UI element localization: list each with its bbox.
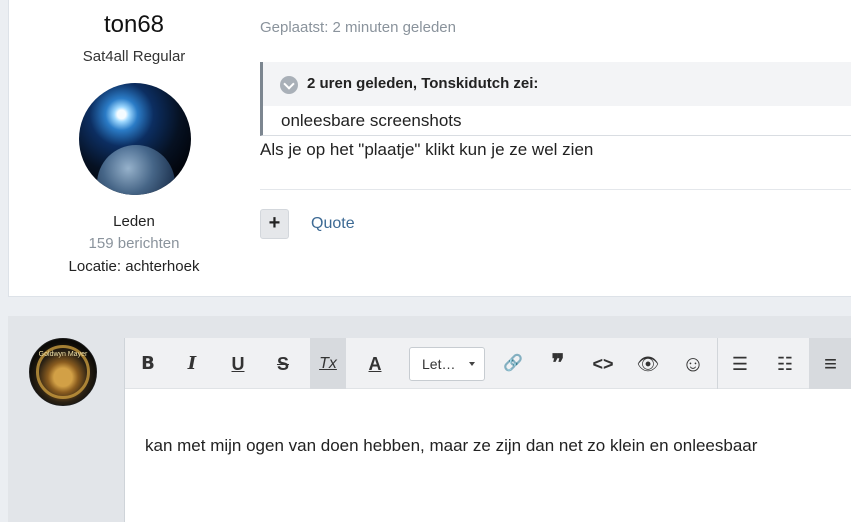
multiquote-button[interactable]: +: [260, 209, 289, 239]
numbered-list-button[interactable]: ☷: [768, 347, 802, 381]
preview-button[interactable]: 👁: [631, 347, 665, 381]
caret-down-icon: [469, 362, 475, 366]
align-left-icon: ≡: [824, 351, 837, 376]
author-rank: Sat4all Regular: [82, 48, 186, 65]
emoji-button[interactable]: ☺: [676, 347, 710, 381]
code-icon: <>: [592, 354, 614, 374]
font-select-value: Let…: [422, 356, 456, 372]
eye-icon: 👁: [636, 354, 660, 374]
align-left-button[interactable]: ≡: [809, 338, 851, 389]
quote-insert-button[interactable]: ❞: [541, 347, 575, 381]
quote-citation: 2 uren geleden, Tonskidutch zei:: [307, 75, 539, 92]
reply-editor: B I U S Tx A Let… 🔗 ❞ <> 👁 ☺ ☰ ☷ ≡ kan m…: [124, 338, 851, 522]
text-color-button[interactable]: A: [358, 347, 392, 381]
avatar-caption: Goldwyn Mayer: [38, 351, 88, 358]
quote-body: onleesbare screenshots: [281, 111, 462, 130]
bullet-list-icon: ☰: [731, 354, 749, 374]
code-button[interactable]: <>: [586, 347, 620, 381]
toolbar-separator: [717, 338, 718, 389]
remove-format-button[interactable]: Tx: [310, 338, 346, 389]
author-location: Locatie: achterhoek: [68, 258, 200, 275]
author-name[interactable]: ton68: [9, 11, 259, 39]
editor-content[interactable]: kan met mijn ogen van doen hebben, maar …: [145, 436, 757, 456]
reply-area: Goldwyn Mayer B I U S Tx A Let… 🔗 ❞ <> 👁…: [8, 316, 851, 522]
author-post-count: 159 berichten: [88, 235, 180, 252]
chevron-down-icon[interactable]: [280, 76, 298, 94]
post-timestamp[interactable]: Geplaatst: 2 minuten geleden: [260, 19, 456, 36]
font-select[interactable]: Let…: [409, 347, 485, 381]
quote-header[interactable]: 2 uren geleden, Tonskidutch zei:: [263, 62, 851, 106]
link-icon: 🔗: [503, 355, 523, 372]
author-avatar[interactable]: [79, 83, 191, 195]
post-divider: [260, 189, 851, 190]
link-button[interactable]: 🔗: [496, 347, 530, 381]
bullet-list-button[interactable]: ☰: [723, 347, 757, 381]
italic-button[interactable]: I: [175, 347, 209, 381]
editor-toolbar: B I U S Tx A Let… 🔗 ❞ <> 👁 ☺ ☰ ☷ ≡: [125, 338, 851, 389]
quote-block: 2 uren geleden, Tonskidutch zei: onleesb…: [260, 62, 851, 136]
remove-format-icon: Tx: [319, 355, 337, 372]
forum-post: ton68 Sat4all Regular Leden 159 berichte…: [8, 0, 851, 297]
numbered-list-icon: ☷: [776, 354, 794, 374]
bold-button[interactable]: B: [131, 347, 165, 381]
strikethrough-button[interactable]: S: [266, 347, 300, 381]
quote-button[interactable]: Quote: [311, 215, 355, 233]
smiley-icon: ☺: [681, 351, 705, 376]
current-user-avatar[interactable]: Goldwyn Mayer: [29, 338, 97, 406]
author-group: Leden: [113, 213, 155, 230]
post-content: Als je op het "plaatje" klikt kun je ze …: [260, 140, 594, 159]
underline-button[interactable]: U: [221, 347, 255, 381]
quote-icon: ❞: [551, 350, 565, 377]
